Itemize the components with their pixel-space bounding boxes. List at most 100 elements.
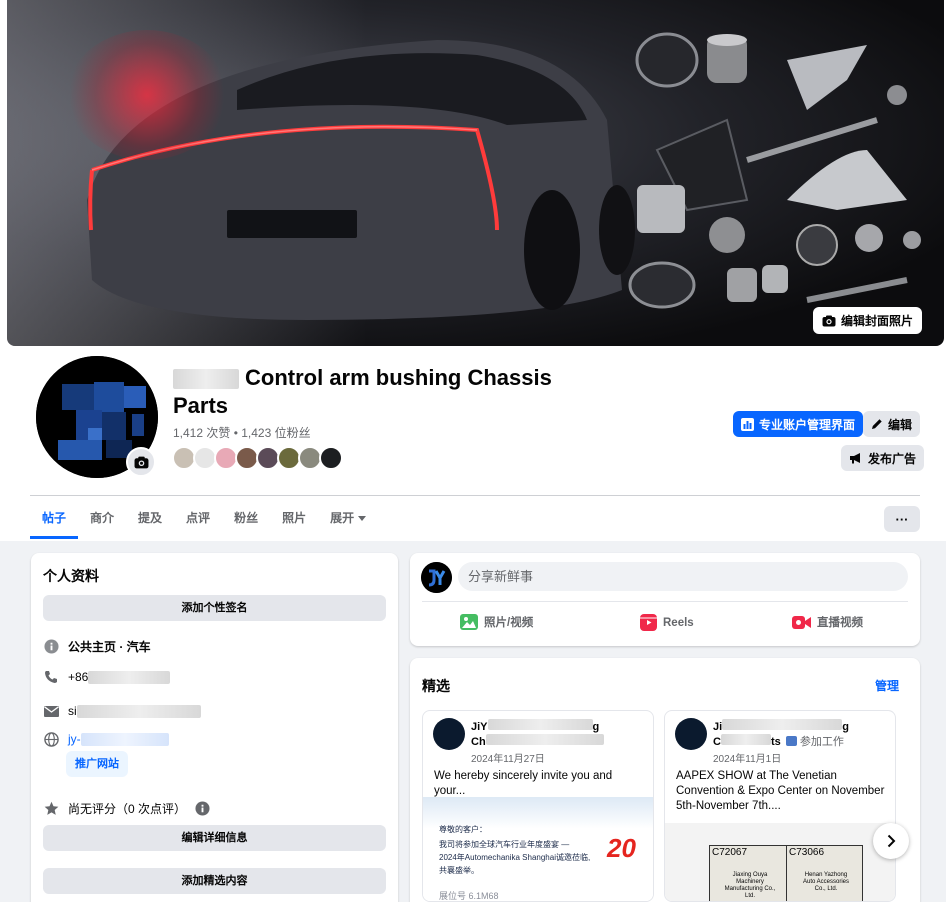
post-image-line: 我司将参加全球汽车行业年度盛宴 — bbox=[439, 840, 570, 849]
redacted-author bbox=[487, 719, 593, 730]
camera-icon bbox=[822, 315, 836, 326]
booth-number: C72067 bbox=[712, 847, 748, 858]
category-row: 公共主页 · 汽车 bbox=[43, 638, 151, 655]
post-author-avatar bbox=[433, 718, 465, 750]
page-tabs: 帖子 商介 提及 点评 粉丝 照片 展开 bbox=[30, 498, 378, 541]
redacted-email bbox=[76, 704, 201, 718]
live-video-button[interactable]: 直播视频 bbox=[792, 614, 863, 630]
redacted-name bbox=[173, 369, 239, 390]
composer-card: 分享新鲜事 照片/视频 Reels 直播视频 bbox=[410, 553, 920, 646]
redacted-phone bbox=[88, 670, 171, 684]
caret-down-icon bbox=[358, 516, 367, 521]
reels-button[interactable]: Reels bbox=[640, 614, 694, 631]
featured-post[interactable]: Ji g Cts 参加工作 2024年11月1日 AAPEX SHOW at Th… bbox=[664, 710, 896, 902]
page-stats[interactable]: 1,412 次赞 • 1,423 位粉丝 bbox=[173, 424, 311, 441]
post-author-suffix: g bbox=[842, 721, 849, 733]
phone-text: +86 bbox=[68, 670, 89, 684]
photo-video-label: 照片/视频 bbox=[484, 617, 534, 629]
post-author-avatar bbox=[675, 718, 707, 750]
add-featured-button[interactable]: 添加精选内容 bbox=[43, 868, 386, 894]
jy-logo-icon bbox=[421, 562, 452, 593]
avatar-camera-button[interactable] bbox=[126, 447, 156, 477]
phone-icon bbox=[43, 669, 59, 685]
tab-more[interactable]: 展开 bbox=[318, 498, 378, 539]
tab-posts[interactable]: 帖子 bbox=[30, 498, 79, 539]
website-link[interactable]: jy- bbox=[68, 732, 81, 746]
promote-website-button[interactable]: 推广网站 bbox=[66, 751, 128, 777]
post-image[interactable]: 尊敬的客户： 我司将参加全球汽车行业年度盛宴 — 2024年Automechan… bbox=[423, 797, 653, 901]
post-author-name: Ji bbox=[713, 721, 723, 733]
redacted-author bbox=[485, 734, 604, 745]
cover-red-glow bbox=[67, 30, 227, 160]
follower-avatar-more[interactable] bbox=[319, 446, 343, 470]
post-image-line: 尊敬的客户： bbox=[439, 825, 487, 834]
more-options-button[interactable]: ··· bbox=[884, 506, 920, 532]
booth-number: C73066 bbox=[789, 847, 825, 858]
add-bio-button[interactable]: 添加个性签名 bbox=[43, 595, 386, 621]
chart-icon bbox=[741, 417, 754, 431]
info-icon bbox=[43, 639, 59, 655]
email-icon bbox=[43, 703, 59, 719]
website-row[interactable]: jy- bbox=[43, 731, 169, 747]
megaphone-icon bbox=[850, 453, 860, 464]
professional-dashboard-label: 专业账户管理界面 bbox=[759, 417, 856, 432]
post-image[interactable]: C72067 C73066 Jiaxing Ouya Machinery Man… bbox=[665, 823, 895, 901]
post-author: Ji g Cts 参加工作 bbox=[713, 719, 893, 749]
post-author: JiY g Ch bbox=[471, 719, 651, 749]
reels-icon bbox=[640, 614, 657, 631]
tab-mentions[interactable]: 提及 bbox=[126, 498, 174, 539]
post-text: We hereby sincerely invite you and your.… bbox=[434, 770, 613, 797]
phone-row: +86 bbox=[43, 669, 171, 685]
star-icon bbox=[43, 801, 59, 817]
tab-reviews[interactable]: 点评 bbox=[174, 498, 222, 539]
email-row: si bbox=[43, 703, 201, 719]
booth-company: Henan Yazhong Auto Accessories Co., Ltd. bbox=[802, 872, 850, 892]
photo-icon bbox=[460, 614, 478, 630]
edit-cover-photo-button[interactable]: 编辑封面照片 bbox=[812, 307, 922, 334]
post-author-line2-suffix: ts bbox=[770, 736, 781, 748]
professional-dashboard-button[interactable]: 专业账户管理界面 bbox=[733, 411, 864, 437]
briefcase-icon bbox=[785, 736, 797, 746]
post-date[interactable]: 2024年11月27日 bbox=[471, 750, 545, 765]
rating-text: 尚无评分（0 次点评） bbox=[68, 802, 187, 816]
header-divider bbox=[30, 495, 920, 496]
tab-more-label: 展开 bbox=[330, 511, 355, 525]
tab-about[interactable]: 商介 bbox=[78, 498, 126, 539]
advertise-label: 发布广告 bbox=[868, 451, 917, 466]
globe-icon bbox=[43, 731, 59, 747]
info-icon[interactable] bbox=[195, 801, 210, 816]
anniversary-badge: 20 bbox=[607, 833, 636, 863]
edit-page-label: 编辑 bbox=[888, 417, 913, 432]
composer-divider bbox=[422, 601, 908, 602]
post-date[interactable]: 2024年11月1日 bbox=[713, 750, 781, 765]
photo-video-button[interactable]: 照片/视频 bbox=[460, 614, 533, 630]
category-text: 公共主页 · 汽车 bbox=[68, 640, 151, 654]
featured-next-button[interactable] bbox=[873, 823, 909, 859]
tab-followers[interactable]: 粉丝 bbox=[222, 498, 270, 539]
featured-post[interactable]: JiY g Ch 2024年11月27日 We hereby sincerely … bbox=[422, 710, 654, 902]
redacted-author bbox=[720, 734, 771, 745]
post-author-name: JiY bbox=[471, 721, 488, 733]
advertise-button[interactable]: 发布广告 bbox=[841, 445, 925, 471]
post-text: AAPEX SHOW at The Venetian Convention & … bbox=[676, 770, 885, 812]
reels-label: Reels bbox=[663, 616, 694, 629]
tab-photos[interactable]: 照片 bbox=[270, 498, 318, 539]
edit-page-button[interactable]: 编辑 bbox=[863, 411, 921, 437]
post-author-line2: C bbox=[713, 736, 721, 748]
booth-plan: C72067 C73066 Jiaxing Ouya Machinery Man… bbox=[709, 845, 863, 901]
chevron-right-icon bbox=[887, 834, 895, 848]
composer-avatar[interactable] bbox=[421, 562, 452, 593]
featured-title: 精选 bbox=[422, 678, 450, 694]
live-video-icon bbox=[792, 615, 811, 629]
post-author-suffix: g bbox=[592, 721, 600, 733]
edit-details-button[interactable]: 编辑详细信息 bbox=[43, 825, 386, 851]
booth-company: Jiaxing Ouya Machinery Manufacturing Co.… bbox=[724, 872, 776, 899]
manage-featured-link[interactable]: 管理 bbox=[875, 677, 899, 694]
cover-photo[interactable] bbox=[7, 0, 944, 346]
post-author-line2: Ch bbox=[471, 736, 486, 748]
edit-cover-photo-label: 编辑封面照片 bbox=[840, 314, 913, 328]
live-video-label: 直播视频 bbox=[817, 617, 863, 629]
composer-input[interactable]: 分享新鲜事 bbox=[458, 562, 908, 591]
intro-title: 个人资料 bbox=[43, 568, 99, 584]
follower-avatars[interactable] bbox=[172, 446, 343, 470]
